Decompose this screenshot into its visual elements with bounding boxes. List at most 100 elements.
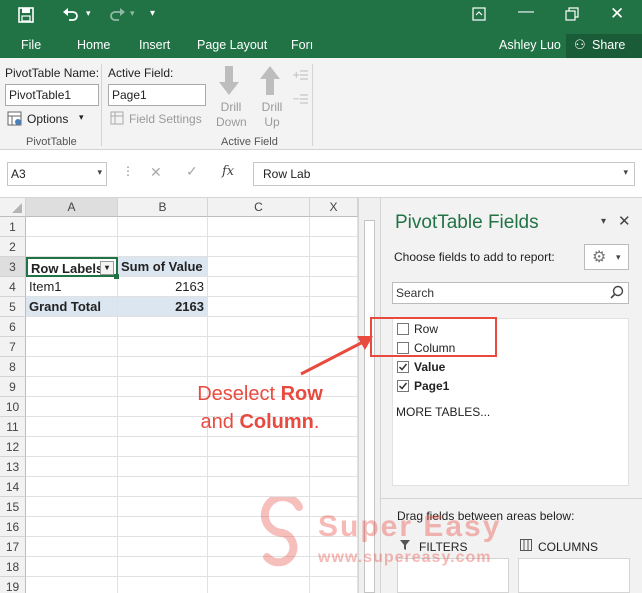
row-header[interactable]: 2 [0, 237, 26, 257]
row-header[interactable]: 9 [0, 377, 26, 397]
grid-cell[interactable] [26, 357, 118, 377]
grid-cell[interactable] [208, 437, 310, 457]
column-header-c[interactable]: C [208, 198, 310, 217]
row-header[interactable]: 5 [0, 297, 26, 317]
grid-cell[interactable] [26, 457, 118, 477]
tab-home[interactable]: Home [77, 38, 110, 52]
grid-cell[interactable] [26, 317, 118, 337]
restore-icon[interactable] [565, 7, 579, 24]
grid-cell[interactable] [208, 457, 310, 477]
row-header[interactable]: 3 [0, 257, 26, 277]
pivot-name-input[interactable]: PivotTable1 [5, 84, 99, 106]
field-checkbox-value[interactable] [397, 361, 409, 373]
row-header[interactable]: 1 [0, 217, 26, 237]
enter-icon[interactable]: ✓ [186, 163, 198, 180]
row-header[interactable]: 4 [0, 277, 26, 297]
grid-cell[interactable] [208, 217, 310, 237]
grid-cell[interactable] [118, 537, 208, 557]
grid-cell[interactable] [26, 537, 118, 557]
pane-close-icon[interactable]: ✕ [618, 212, 631, 230]
redo-icon[interactable] [108, 6, 126, 25]
grid-cell[interactable] [118, 437, 208, 457]
grid-cell[interactable] [26, 377, 118, 397]
pane-splitter[interactable] [381, 498, 642, 504]
grid-cell[interactable] [310, 257, 358, 277]
ribbon-display-icon[interactable] [472, 7, 486, 24]
tab-file[interactable]: File [21, 38, 41, 52]
grid-cell[interactable] [118, 357, 208, 377]
share-button[interactable]: ⚇ Share [566, 34, 642, 58]
grid-cell[interactable] [118, 217, 208, 237]
formula-input[interactable]: Row Lab ▾ [253, 162, 635, 186]
grid-cell[interactable] [26, 517, 118, 537]
row-header[interactable]: 15 [0, 497, 26, 517]
collapse-field-icon[interactable]: − [292, 92, 308, 107]
grid-cell[interactable] [26, 417, 118, 437]
grid-cell[interactable] [208, 577, 310, 593]
select-all-corner[interactable] [0, 198, 26, 217]
row-header[interactable]: 19 [0, 577, 26, 593]
grid-cell[interactable] [118, 477, 208, 497]
sum-of-value-header[interactable]: Sum of Value [118, 257, 208, 277]
pane-options-icon[interactable]: ▾ [601, 216, 606, 227]
field-settings-button[interactable]: Field Settings [110, 110, 206, 128]
grid-cell[interactable] [118, 577, 208, 593]
grid-cell[interactable] [310, 217, 358, 237]
columns-drop-area[interactable] [518, 558, 630, 593]
more-tables-link[interactable]: MORE TABLES... [396, 405, 490, 419]
row-header[interactable]: 10 [0, 397, 26, 417]
row-header[interactable]: 18 [0, 557, 26, 577]
customize-toolbar-icon[interactable]: ▾ [150, 8, 155, 19]
tab-formulas[interactable]: Forı [291, 38, 313, 52]
undo-dropdown-icon[interactable]: ▾ [86, 8, 91, 19]
row-header[interactable]: 6 [0, 317, 26, 337]
tab-page-layout[interactable]: Page Layout [197, 38, 267, 52]
expand-field-icon[interactable]: + [292, 68, 308, 83]
item-label-cell[interactable]: Item1 [26, 277, 118, 297]
grand-total-value-cell[interactable]: 2163 [118, 297, 208, 317]
expand-formula-icon[interactable]: ▾ [623, 167, 628, 178]
drill-up-button[interactable]: Drill Up [253, 64, 287, 130]
row-header[interactable]: 8 [0, 357, 26, 377]
grid-cell[interactable] [208, 277, 310, 297]
field-checkbox-page1[interactable] [397, 380, 409, 392]
minimize-icon[interactable]: — [518, 3, 534, 21]
grid-cell[interactable] [118, 557, 208, 577]
grid-cell[interactable] [208, 477, 310, 497]
row-header[interactable]: 14 [0, 477, 26, 497]
grid-cell[interactable] [118, 317, 208, 337]
pivot-row-labels-cell[interactable]: Row Labels ▾ [26, 257, 118, 277]
grid-cell[interactable] [26, 557, 118, 577]
active-field-input[interactable]: Page1 [108, 84, 206, 106]
grid-cell[interactable] [26, 437, 118, 457]
grid-cell[interactable] [26, 337, 118, 357]
row-header[interactable]: 13 [0, 457, 26, 477]
grid-cell[interactable] [310, 457, 358, 477]
options-button[interactable]: Options ▾ [7, 110, 97, 128]
grid-cell[interactable] [208, 257, 310, 277]
name-box[interactable]: A3 ▾ [7, 162, 107, 186]
grid-cell[interactable] [310, 437, 358, 457]
save-icon[interactable] [18, 7, 34, 26]
grid-cell[interactable] [118, 457, 208, 477]
column-header-x[interactable]: X [310, 198, 358, 217]
grid-cell[interactable] [26, 397, 118, 417]
row-header[interactable]: 12 [0, 437, 26, 457]
grid-cell[interactable] [26, 577, 118, 593]
grid-cell[interactable] [26, 477, 118, 497]
grid-cell[interactable] [208, 237, 310, 257]
grid-cell[interactable] [310, 237, 358, 257]
undo-icon[interactable] [62, 6, 80, 25]
row-header[interactable]: 16 [0, 517, 26, 537]
grand-total-label-cell[interactable]: Grand Total [26, 297, 118, 317]
grid-cell[interactable] [118, 517, 208, 537]
insert-function-icon[interactable]: fx [222, 164, 234, 179]
cancel-icon[interactable]: ✕ [150, 164, 162, 181]
row-header[interactable]: 7 [0, 337, 26, 357]
grid-cell[interactable] [26, 217, 118, 237]
row-header[interactable]: 17 [0, 537, 26, 557]
search-input[interactable]: Search [392, 282, 629, 304]
grid-cell[interactable] [118, 337, 208, 357]
column-header-a[interactable]: A [26, 198, 118, 217]
column-header-b[interactable]: B [118, 198, 208, 217]
